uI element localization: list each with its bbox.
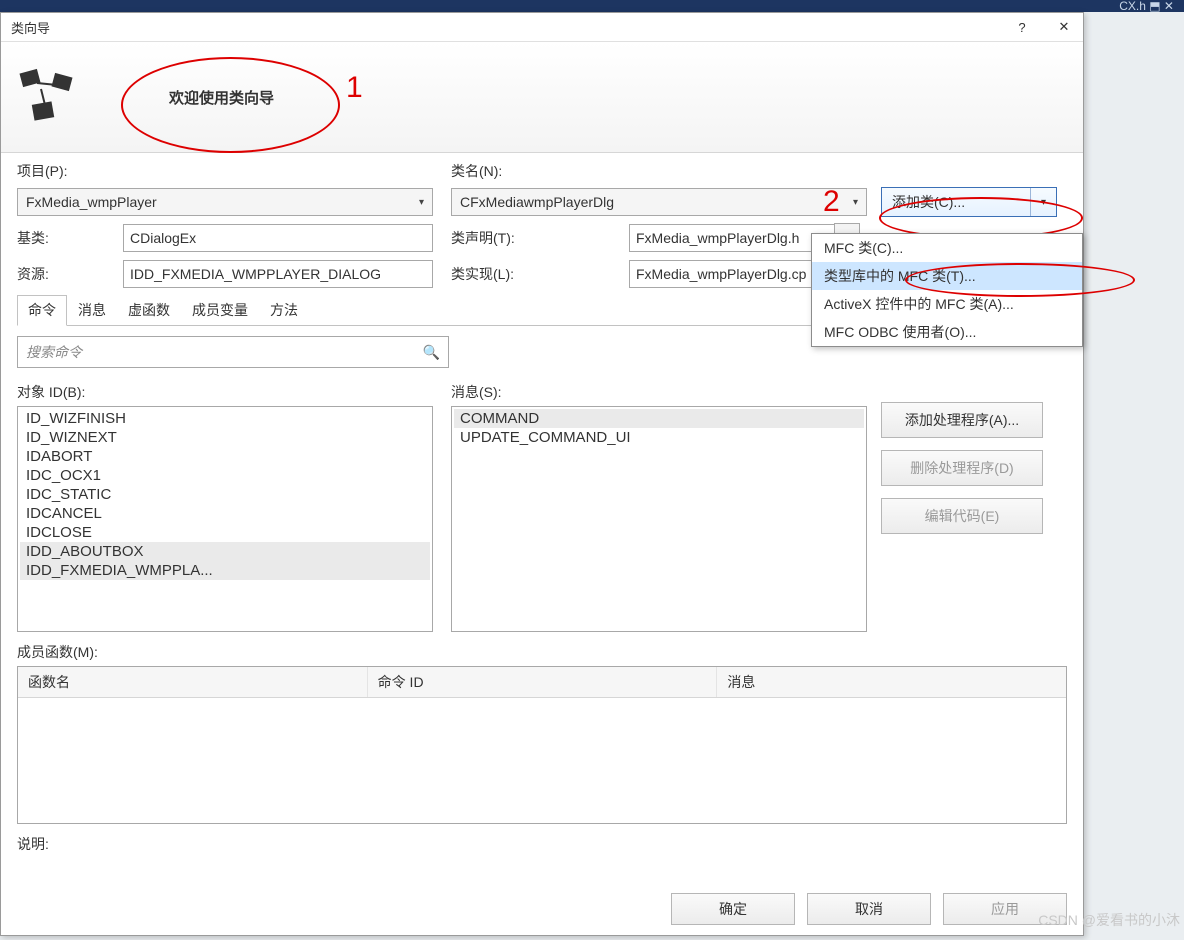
- cancel-button[interactable]: 取消: [807, 893, 931, 925]
- vs-titlebar: CX.h ⬒ ✕: [0, 0, 1184, 12]
- list-item[interactable]: UPDATE_COMMAND_UI: [454, 428, 864, 447]
- col-cmdid[interactable]: 命令 ID: [368, 667, 718, 697]
- list-item[interactable]: IDABORT: [20, 447, 430, 466]
- ok-button[interactable]: 确定: [671, 893, 795, 925]
- vs-title-text: CX.h ⬒ ✕: [1119, 0, 1174, 13]
- list-item[interactable]: ID_WIZFINISH: [20, 409, 430, 428]
- table-header: 函数名 命令 ID 消息: [18, 667, 1066, 698]
- objectid-label: 对象 ID(B):: [17, 382, 433, 402]
- project-label: 项目(P):: [17, 161, 451, 181]
- impl-field[interactable]: FxMedia_wmpPlayerDlg.cp: [629, 260, 835, 288]
- class-wizard-dialog: 类向导 ? ✕ 欢迎使用类向导 1 项目(P): 类名(N): FxMedia: [0, 12, 1084, 936]
- list-item[interactable]: IDCLOSE: [20, 523, 430, 542]
- classname-value: CFxMediawmpPlayerDlg: [460, 194, 614, 210]
- decl-label: 类声明(T):: [451, 228, 629, 248]
- wizard-icon: [15, 65, 79, 129]
- search-icon: 🔍: [423, 344, 440, 361]
- tab-methods[interactable]: 方法: [259, 295, 309, 325]
- baseclass-value: CDialogEx: [123, 224, 433, 252]
- resource-label: 资源:: [17, 264, 123, 284]
- menu-item-odbc[interactable]: MFC ODBC 使用者(O)...: [812, 318, 1082, 346]
- chevron-down-icon: ▾: [853, 197, 858, 208]
- desc-label: 说明:: [17, 834, 1067, 854]
- list-item[interactable]: COMMAND: [454, 409, 864, 428]
- chevron-down-icon: ▾: [419, 197, 424, 208]
- list-item[interactable]: IDD_FXMEDIA_WMPPLA...: [20, 561, 430, 580]
- edit-code-button[interactable]: 编辑代码(E): [881, 498, 1043, 534]
- footer: 确定 取消 应用: [671, 893, 1067, 925]
- classname-combo[interactable]: CFxMediawmpPlayerDlg ▾: [451, 188, 867, 216]
- col-msg[interactable]: 消息: [717, 667, 1066, 697]
- tab-virtual[interactable]: 虚函数: [117, 295, 181, 325]
- resource-value: IDD_FXMEDIA_WMPPLAYER_DIALOG: [123, 260, 433, 288]
- menu-item-mfc-class[interactable]: MFC 类(C)...: [812, 234, 1082, 262]
- list-item[interactable]: ID_WIZNEXT: [20, 428, 430, 447]
- classname-label: 类名(N):: [451, 161, 502, 181]
- objectid-list[interactable]: ID_WIZFINISH ID_WIZNEXT IDABORT IDC_OCX1…: [17, 406, 433, 632]
- memberfunc-table[interactable]: 函数名 命令 ID 消息: [17, 666, 1067, 824]
- close-button[interactable]: ✕: [1055, 19, 1073, 35]
- col-funcname[interactable]: 函数名: [18, 667, 368, 697]
- messages-label: 消息(S):: [451, 382, 867, 402]
- help-button[interactable]: ?: [1013, 20, 1031, 35]
- annotation-2: 2: [823, 185, 840, 219]
- tab-messages[interactable]: 消息: [67, 295, 117, 325]
- tab-members[interactable]: 成员变量: [181, 295, 259, 325]
- tab-commands[interactable]: 命令: [17, 295, 67, 326]
- dialog-title: 类向导: [11, 18, 50, 37]
- memberfunc-label: 成员函数(M):: [17, 642, 1067, 662]
- list-item[interactable]: IDD_ABOUTBOX: [20, 542, 430, 561]
- dialog-titlebar: 类向导 ? ✕: [1, 13, 1083, 41]
- impl-label: 类实现(L):: [451, 264, 629, 284]
- watermark: CSDN @爱看书的小沐: [1038, 910, 1180, 930]
- annotation-1: 1: [346, 71, 363, 105]
- search-placeholder: 搜索命令: [26, 342, 82, 362]
- search-input[interactable]: 搜索命令 🔍: [17, 336, 449, 368]
- project-combo[interactable]: FxMedia_wmpPlayer ▾: [17, 188, 433, 216]
- annotation-ellipse-3: [905, 263, 1135, 297]
- decl-field[interactable]: FxMedia_wmpPlayerDlg.h: [629, 224, 835, 252]
- annotation-ellipse-1: [121, 57, 340, 153]
- list-item[interactable]: IDC_OCX1: [20, 466, 430, 485]
- messages-list[interactable]: COMMAND UPDATE_COMMAND_UI: [451, 406, 867, 632]
- list-item[interactable]: IDC_STATIC: [20, 485, 430, 504]
- project-value: FxMedia_wmpPlayer: [26, 194, 157, 210]
- list-item[interactable]: IDCANCEL: [20, 504, 430, 523]
- delete-handler-button[interactable]: 删除处理程序(D): [881, 450, 1043, 486]
- baseclass-label: 基类:: [17, 228, 123, 248]
- add-handler-button[interactable]: 添加处理程序(A)...: [881, 402, 1043, 438]
